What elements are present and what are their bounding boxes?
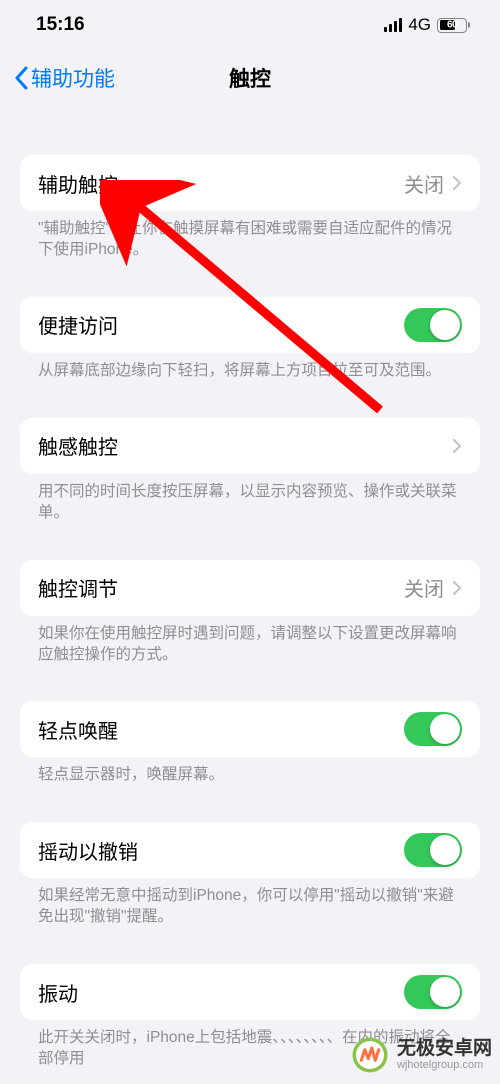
footer-reachability: 从屏幕底部边缘向下轻扫，将屏幕上方项目拉至可及范围。 [20, 353, 480, 382]
settings-list: 辅助触控 关闭 "辅助触控"可让你在触摸屏幕有困难或需要自适应配件的情况下使用i… [0, 105, 500, 1070]
toggle-vibration[interactable] [404, 975, 462, 1009]
row-value: 关闭 [404, 169, 444, 198]
row-label: 便捷访问 [38, 310, 118, 339]
row-label: 轻点唤醒 [38, 715, 118, 744]
navigation-bar: 辅助功能 触控 [0, 50, 500, 105]
footer-haptic-touch: 用不同的时间长度按压屏幕，以显示内容预览、操作或关联菜单。 [20, 474, 480, 524]
page-title: 触控 [229, 63, 271, 93]
battery-icon: 60 [437, 18, 470, 33]
chevron-right-icon [452, 438, 462, 454]
toggle-shake-to-undo[interactable] [404, 833, 462, 867]
status-right: 4G 60 [384, 15, 470, 35]
row-label: 辅助触控 [38, 169, 118, 198]
watermark-url: wjhotelgroup.com [397, 1059, 492, 1071]
back-button[interactable]: 辅助功能 [14, 63, 115, 93]
row-shake-to-undo[interactable]: 摇动以撤销 [20, 822, 480, 878]
row-assistive-touch[interactable]: 辅助触控 关闭 [20, 155, 480, 211]
chevron-left-icon [14, 66, 28, 90]
row-touch-accommodations[interactable]: 触控调节 关闭 [20, 560, 480, 616]
toggle-tap-to-wake[interactable] [404, 712, 462, 746]
back-label: 辅助功能 [31, 63, 115, 93]
watermark: 无极安卓网 wjhotelgroup.com [349, 1034, 492, 1076]
watermark-logo-icon [349, 1034, 391, 1076]
group-tap-to-wake: 轻点唤醒 轻点显示器时，唤醒屏幕。 [20, 701, 480, 786]
footer-touch-accommodations: 如果你在使用触控屏时遇到问题，请调整以下设置更改屏幕响应触控操作的方式。 [20, 616, 480, 666]
row-tap-to-wake[interactable]: 轻点唤醒 [20, 701, 480, 757]
chevron-right-icon [452, 580, 462, 596]
network-label: 4G [408, 15, 431, 35]
chevron-right-icon [452, 175, 462, 191]
footer-tap-to-wake: 轻点显示器时，唤醒屏幕。 [20, 757, 480, 786]
watermark-title: 无极安卓网 [397, 1039, 492, 1060]
row-vibration[interactable]: 振动 [20, 964, 480, 1020]
row-label: 振动 [38, 978, 78, 1007]
group-haptic-touch: 触感触控 用不同的时间长度按压屏幕，以显示内容预览、操作或关联菜单。 [20, 418, 480, 524]
status-time: 15:16 [36, 14, 85, 36]
group-assistive-touch: 辅助触控 关闭 "辅助触控"可让你在触摸屏幕有困难或需要自适应配件的情况下使用i… [20, 155, 480, 261]
group-reachability: 便捷访问 从屏幕底部边缘向下轻扫，将屏幕上方项目拉至可及范围。 [20, 297, 480, 382]
group-shake-to-undo: 摇动以撤销 如果经常无意中摇动到iPhone，你可以停用"摇动以撤销"来避免出现… [20, 822, 480, 928]
row-haptic-touch[interactable]: 触感触控 [20, 418, 480, 474]
row-value: 关闭 [404, 573, 444, 602]
status-bar: 15:16 4G 60 [0, 0, 500, 50]
group-touch-accommodations: 触控调节 关闭 如果你在使用触控屏时遇到问题，请调整以下设置更改屏幕响应触控操作… [20, 560, 480, 666]
row-label: 触控调节 [38, 573, 118, 602]
footer-shake-to-undo: 如果经常无意中摇动到iPhone，你可以停用"摇动以撤销"来避免出现"撤销"提醒… [20, 878, 480, 928]
footer-assistive-touch: "辅助触控"可让你在触摸屏幕有困难或需要自适应配件的情况下使用iPhone。 [20, 211, 480, 261]
row-label: 摇动以撤销 [38, 836, 138, 865]
row-label: 触感触控 [38, 431, 118, 460]
toggle-reachability[interactable] [404, 308, 462, 342]
row-reachability[interactable]: 便捷访问 [20, 297, 480, 353]
signal-icon [384, 18, 402, 32]
